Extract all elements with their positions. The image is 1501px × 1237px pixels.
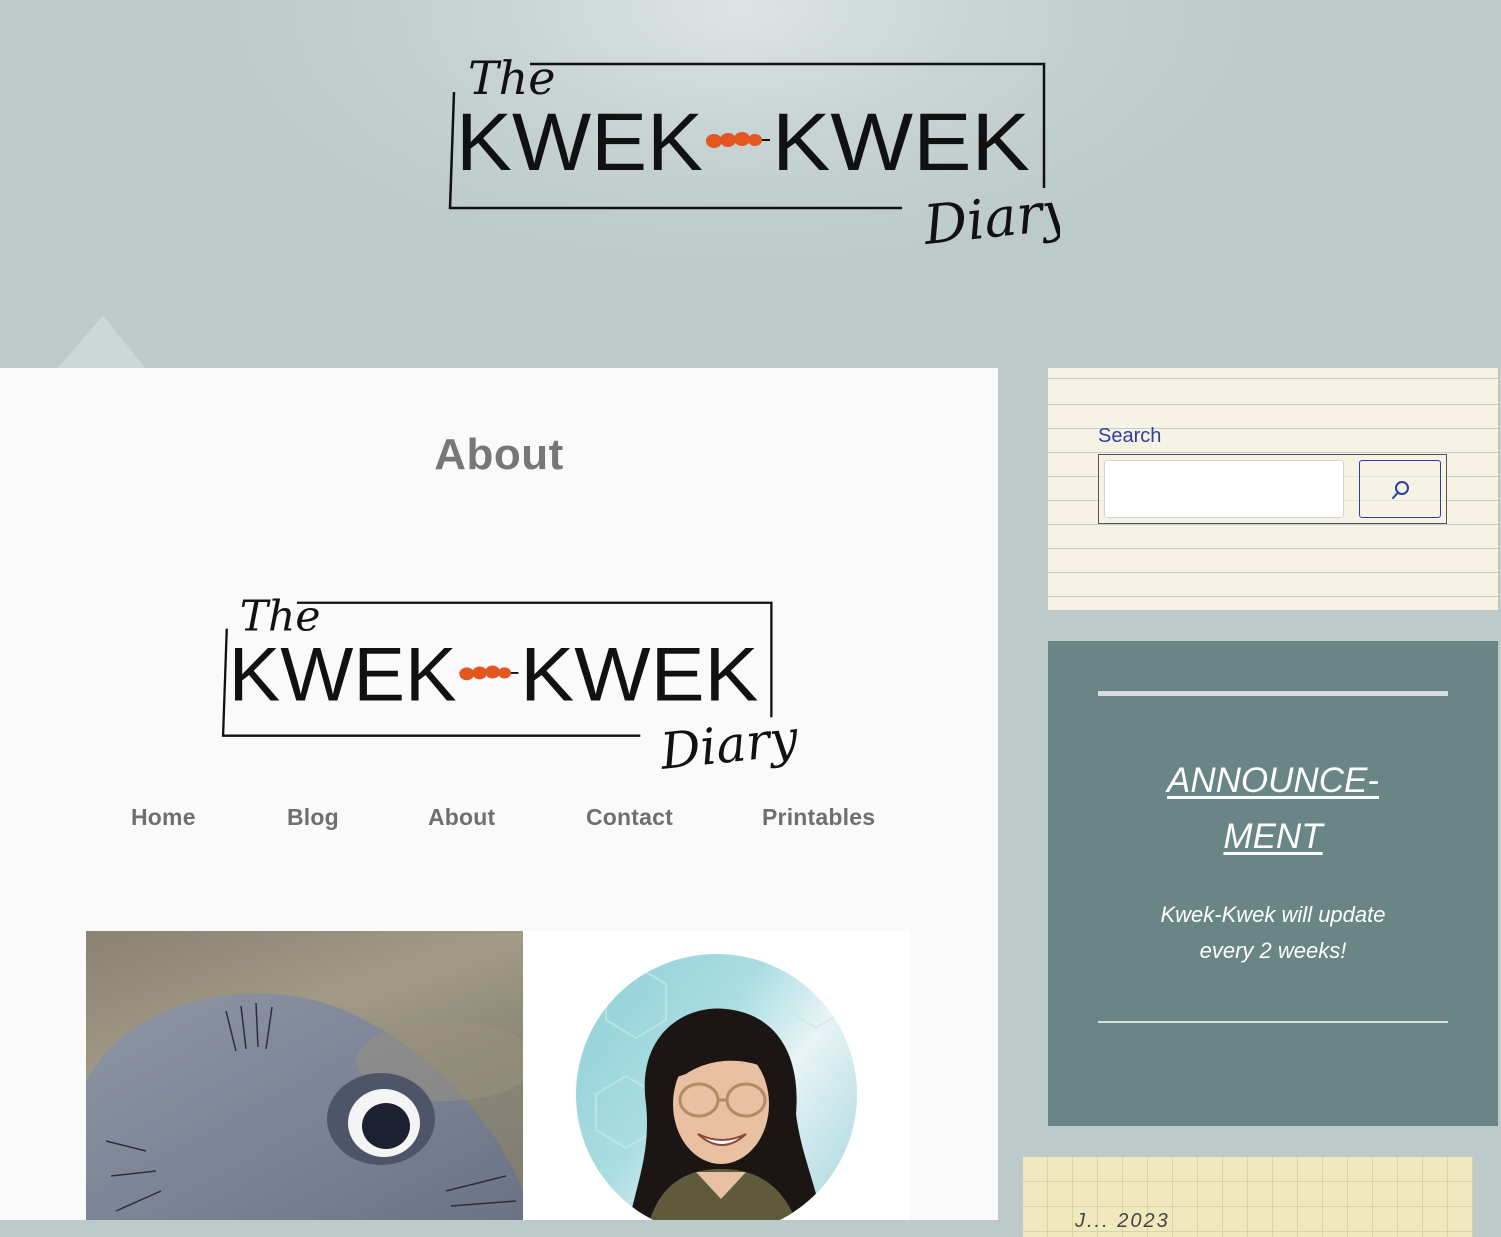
- page-title: About: [434, 430, 564, 479]
- decorative-paper-shape: [24, 309, 146, 368]
- search-input[interactable]: [1104, 460, 1344, 518]
- content-logo: The KWEK KWEK Diary: [221, 592, 800, 781]
- seal-eye-pupil: [362, 1103, 410, 1149]
- site-header: The KWEK KWEK Diary: [0, 0, 1501, 368]
- nav-item-printables[interactable]: Printables: [762, 804, 875, 831]
- calendar-widget: J... 2023: [1023, 1157, 1473, 1237]
- logo-script-diary: Diary: [920, 179, 1060, 257]
- logo-script-diary: Diary: [657, 709, 800, 781]
- logo-word-right: KWEK: [772, 97, 1030, 188]
- main-content: About The KWEK KWEK Diary Home Blog Abou…: [0, 368, 998, 1220]
- profile-card: [523, 931, 910, 1220]
- announcement-widget: ANNOUNCE- MENT Kwek-Kwek will update eve…: [1048, 641, 1498, 1126]
- avatar: [576, 954, 857, 1220]
- nav-item-home[interactable]: Home: [131, 804, 196, 831]
- skewer-icon: [459, 665, 512, 681]
- announcement-body-line2: every 2 weeks!: [1199, 938, 1347, 963]
- calendar-caption: J... 2023: [1075, 1210, 1170, 1232]
- seal-photo: [86, 931, 523, 1220]
- search-icon: [1392, 481, 1409, 499]
- logo-word-left: KWEK: [456, 97, 703, 188]
- avatar-illustration: [595, 954, 847, 1220]
- site-logo[interactable]: The KWEK KWEK Diary: [440, 22, 1060, 282]
- search-label: Search: [1098, 425, 1162, 447]
- nav-item-about[interactable]: About: [428, 804, 495, 831]
- search-form: [1098, 454, 1447, 524]
- announcement-heading-line1: ANNOUNCE-: [1167, 761, 1379, 800]
- announcement-body-line1: Kwek-Kwek will update: [1160, 902, 1386, 927]
- announcement-divider-bottom: [1098, 1021, 1448, 1023]
- search-widget: Search: [1048, 368, 1498, 610]
- nav-item-blog[interactable]: Blog: [287, 804, 339, 831]
- search-button[interactable]: [1359, 460, 1441, 518]
- announcement-heading[interactable]: ANNOUNCE- MENT: [1098, 753, 1448, 865]
- announcement-heading-line2: MENT: [1223, 817, 1323, 856]
- logo-word-right: KWEK: [520, 633, 758, 718]
- seal-illustration: [86, 993, 523, 1220]
- logo-word-left: KWEK: [229, 633, 457, 718]
- announcement-body: Kwek-Kwek will update every 2 weeks!: [1098, 897, 1448, 969]
- main-nav: Home Blog About Contact Printables: [0, 804, 998, 840]
- announcement-divider-top: [1098, 691, 1448, 696]
- nav-item-contact[interactable]: Contact: [586, 804, 673, 831]
- skewer-icon: [706, 132, 762, 148]
